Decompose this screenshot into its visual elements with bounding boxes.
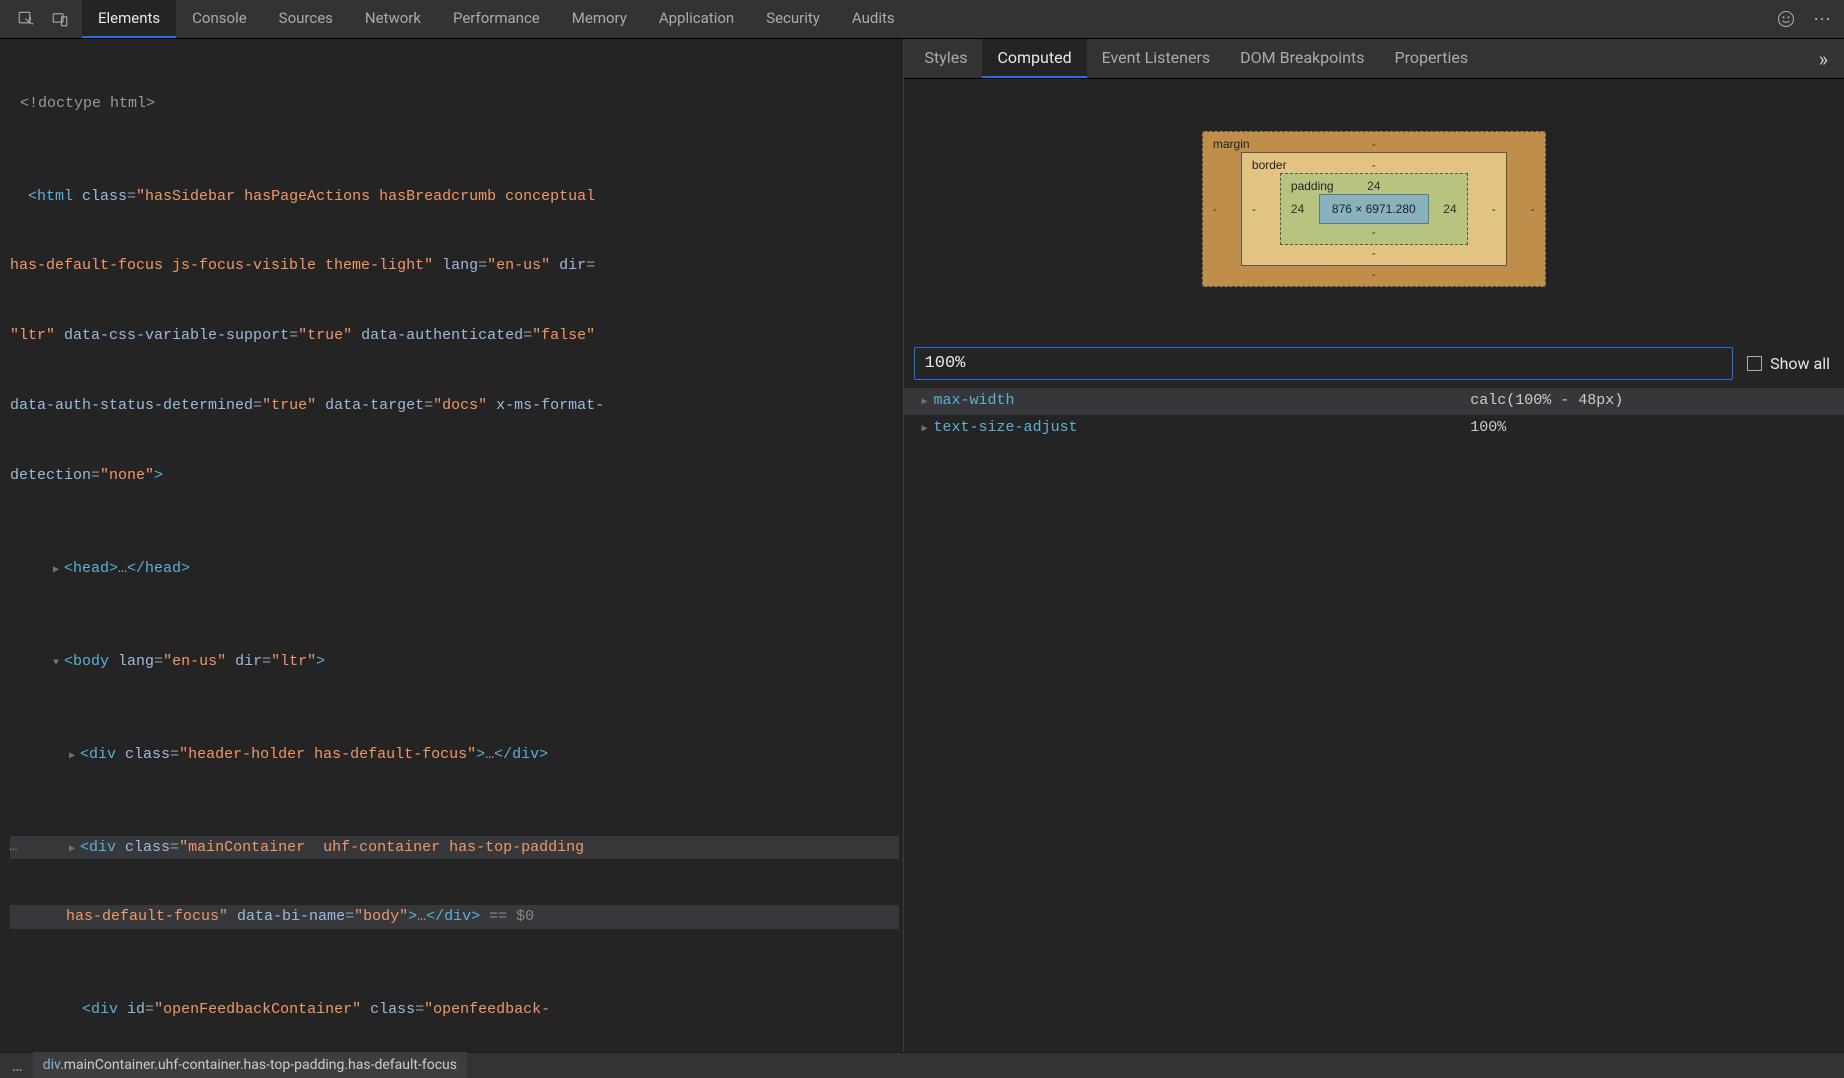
box-margin-bottom[interactable]: - <box>1372 267 1376 281</box>
computed-property-row[interactable]: max-width calc(100% - 48px) <box>904 388 1844 415</box>
tab-label: Performance <box>453 7 540 30</box>
box-margin-right[interactable]: - <box>1531 202 1535 216</box>
tab-network[interactable]: Network <box>349 0 437 38</box>
box-padding-top[interactable]: 24 <box>1367 179 1380 193</box>
breadcrumb-item[interactable]: div.mainContainer.uhf-container.has-top-… <box>33 1052 467 1078</box>
expand-triangle-icon[interactable] <box>922 390 934 413</box>
elements-side-tabs: Styles Computed Event Listeners DOM Brea… <box>904 39 1844 79</box>
elements-breadcrumb[interactable]: … div.mainContainer.uhf-container.has-to… <box>0 1052 1844 1078</box>
inspect-element-icon[interactable] <box>12 0 40 38</box>
dom-body-open[interactable]: <body lang="en-us" dir="ltr"> <box>10 650 899 673</box>
tab-memory[interactable]: Memory <box>556 0 643 38</box>
more-menu-icon[interactable] <box>1808 0 1836 38</box>
prop-value: 100% <box>1470 417 1836 440</box>
expand-triangle-icon[interactable] <box>50 557 62 580</box>
show-all-label: Show all <box>1770 352 1830 376</box>
tab-application[interactable]: Application <box>643 0 750 38</box>
tab-security[interactable]: Security <box>750 0 836 38</box>
expand-triangle-icon[interactable] <box>922 417 934 440</box>
box-margin-left[interactable]: - <box>1213 202 1217 216</box>
box-padding-left[interactable]: 24 <box>1291 202 1304 216</box>
breadcrumb-tag: div <box>43 1057 60 1073</box>
dom-head[interactable]: <head>…</head> <box>10 557 899 580</box>
tab-label: Console <box>192 7 247 30</box>
box-margin-top[interactable]: - <box>1372 137 1376 151</box>
box-content-size[interactable]: 876 × 6971.280 <box>1319 194 1429 224</box>
box-margin-label: margin <box>1213 137 1250 151</box>
box-padding-label: padding <box>1291 179 1334 193</box>
tab-sources[interactable]: Sources <box>263 0 349 38</box>
tab-console[interactable]: Console <box>176 0 263 38</box>
tab-dom-breakpoints[interactable]: DOM Breakpoints <box>1225 39 1379 78</box>
tab-label: Security <box>766 7 820 30</box>
prop-name: max-width <box>934 390 1015 413</box>
prop-value: calc(100% - 48px) <box>1470 390 1836 413</box>
more-tabs-icon[interactable]: » <box>1809 39 1838 78</box>
computed-property-row[interactable]: text-size-adjust 100% <box>904 415 1844 442</box>
tab-label: Application <box>659 7 734 30</box>
device-toolbar-icon[interactable] <box>46 0 74 38</box>
feedback-smiley-icon[interactable] <box>1772 0 1800 38</box>
breadcrumb-overflow-icon[interactable]: … <box>8 1054 33 1078</box>
tab-computed[interactable]: Computed <box>982 39 1086 78</box>
tab-label: Memory <box>572 7 627 30</box>
box-model-diagram[interactable]: margin - - - - border - - - - padding 24 <box>904 79 1844 339</box>
dom-div-main-selected[interactable]: …<div class="mainContainer uhf-container… <box>10 836 899 859</box>
dom-html-open[interactable]: <html class="hasSidebar hasPageActions h… <box>10 185 899 208</box>
devtools-main-tabs: Elements Console Sources Network Perform… <box>0 0 1844 39</box>
box-border-label: border <box>1252 158 1287 172</box>
tab-label: Network <box>365 7 421 30</box>
box-border-left[interactable]: - <box>1252 202 1256 216</box>
tab-label: Computed <box>997 46 1071 70</box>
tab-label: Sources <box>279 7 333 30</box>
box-border-right[interactable]: - <box>1492 202 1496 216</box>
tab-performance[interactable]: Performance <box>437 0 556 38</box>
tab-properties[interactable]: Properties <box>1379 39 1483 78</box>
tab-styles[interactable]: Styles <box>910 39 983 78</box>
tab-label: Event Listeners <box>1102 46 1211 70</box>
dom-doctype[interactable]: <!doctype html> <box>10 92 899 115</box>
tab-label: Styles <box>925 46 968 70</box>
tab-label: Elements <box>98 7 160 30</box>
tab-audits[interactable]: Audits <box>836 0 911 38</box>
computed-properties-list: max-width calc(100% - 48px) text-size-ad… <box>904 388 1844 441</box>
box-padding-bottom[interactable]: - <box>1372 225 1376 239</box>
checkbox-icon[interactable] <box>1747 356 1762 371</box>
expand-triangle-icon[interactable] <box>66 836 78 859</box>
tab-label: Properties <box>1394 46 1468 70</box>
breadcrumb-classes: .mainContainer.uhf-container.has-top-pad… <box>60 1057 457 1073</box>
elements-dom-tree[interactable]: <!doctype html> <html class="hasSidebar … <box>0 39 904 1052</box>
box-border-top[interactable]: - <box>1372 158 1376 172</box>
dom-div-header[interactable]: <div class="header-holder has-default-fo… <box>10 743 899 766</box>
box-padding-right[interactable]: 24 <box>1443 202 1456 216</box>
show-all-toggle[interactable]: Show all <box>1747 352 1830 376</box>
selected-node-ref: == $0 <box>480 908 534 925</box>
dom-div-feedback[interactable]: <div id="openFeedbackContainer" class="o… <box>10 998 899 1021</box>
tab-label: DOM Breakpoints <box>1240 46 1364 70</box>
expand-triangle-icon[interactable] <box>50 650 62 673</box>
tab-label: Audits <box>852 7 895 30</box>
tab-event-listeners[interactable]: Event Listeners <box>1087 39 1226 78</box>
box-border-bottom[interactable]: - <box>1372 246 1376 260</box>
computed-filter-input[interactable] <box>914 347 1734 380</box>
tab-elements[interactable]: Elements <box>82 0 176 38</box>
prop-name: text-size-adjust <box>934 417 1078 440</box>
expand-triangle-icon[interactable] <box>66 743 78 766</box>
